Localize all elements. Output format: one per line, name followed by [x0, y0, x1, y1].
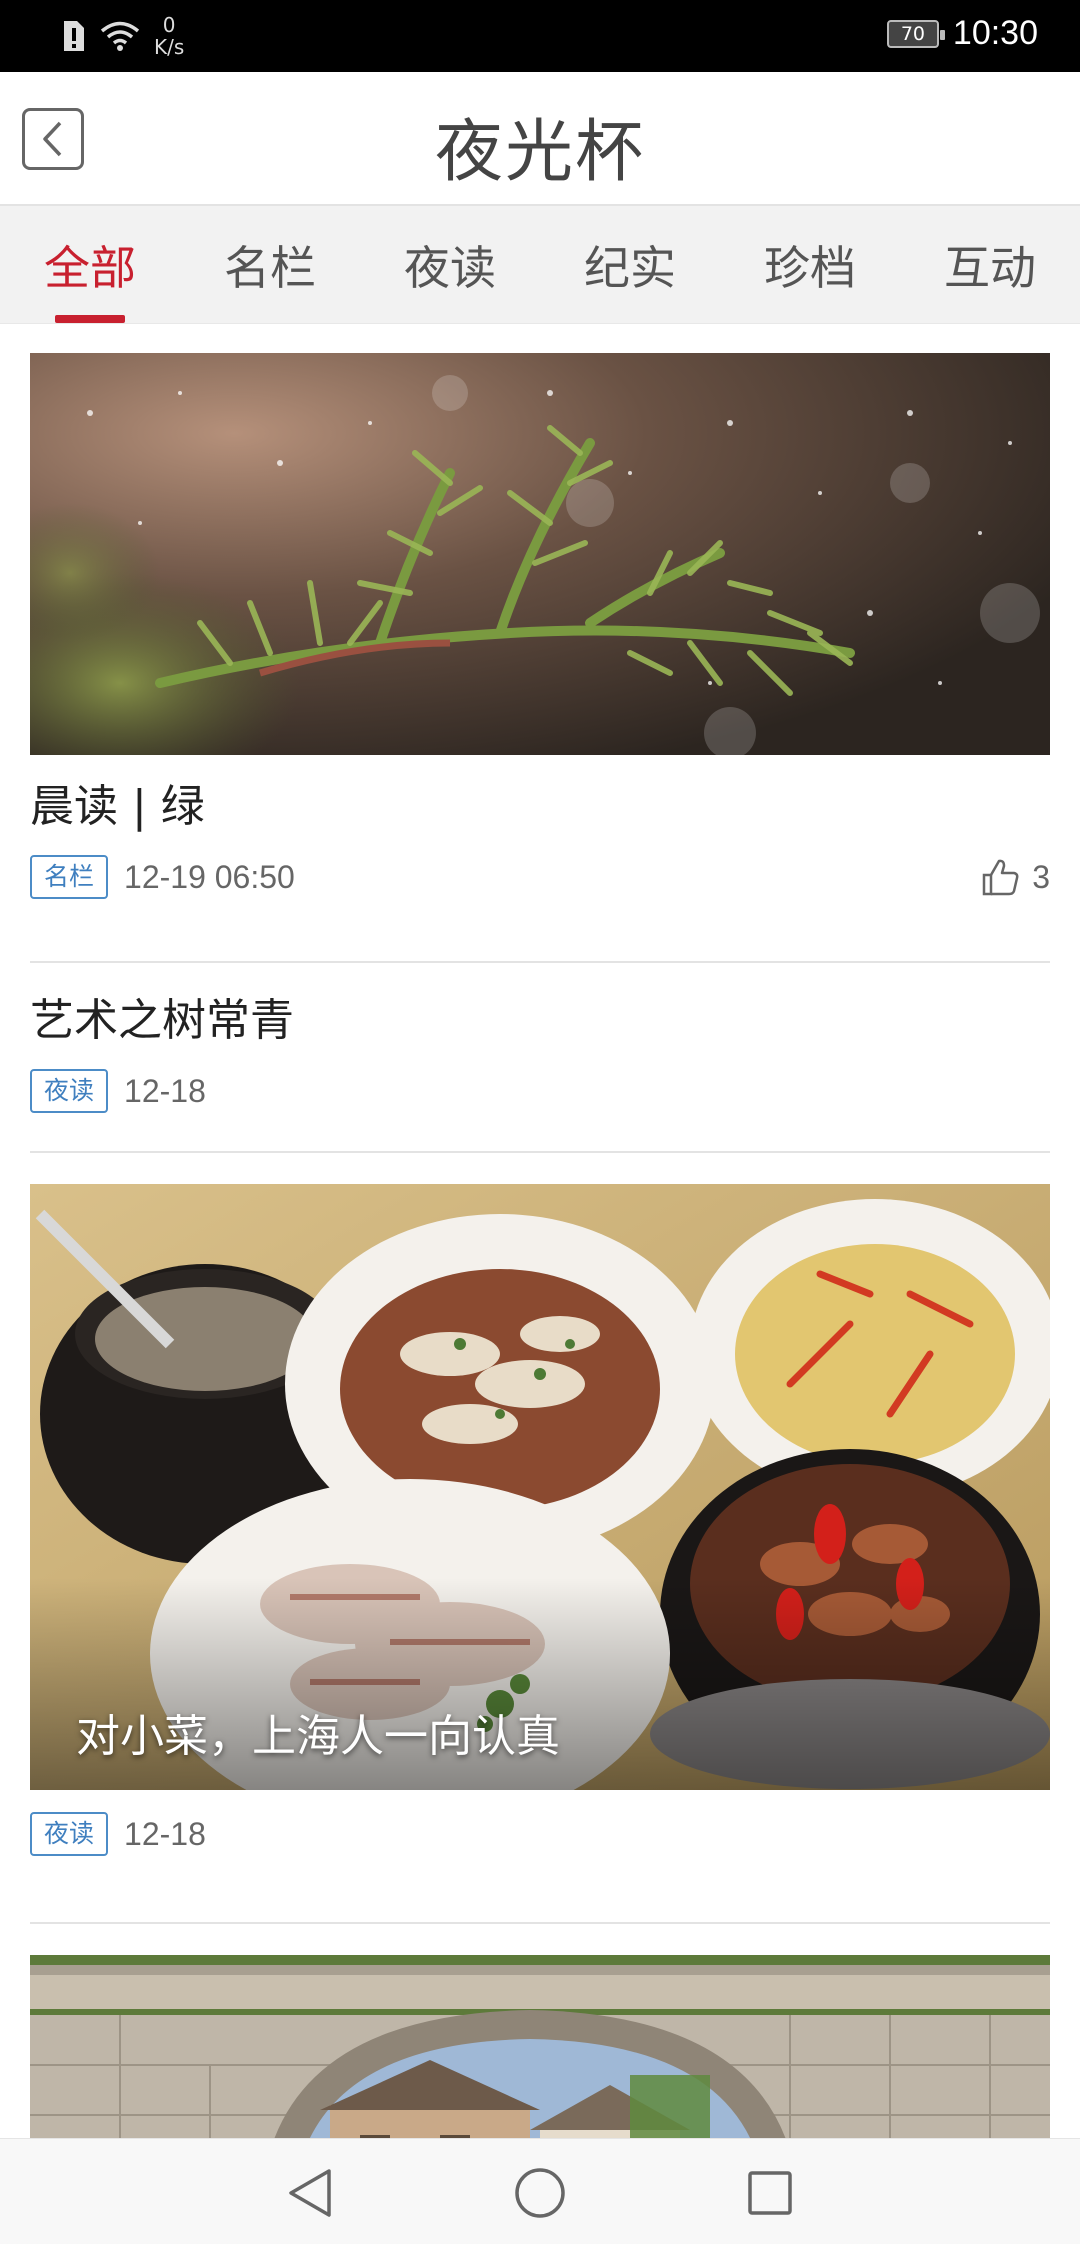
battery-level: 70 [900, 22, 925, 45]
status-left: 0 K/s [60, 14, 184, 58]
publish-date: 12-18 [124, 1072, 206, 1109]
like-button[interactable]: 3 [980, 857, 1050, 897]
article-meta: 夜读 12-18 [30, 1812, 1050, 1856]
article-title[interactable]: 晨读 | 绿 [30, 779, 1050, 835]
category-tabs: 全部 名栏 夜读 纪实 珍档 互动 [0, 206, 1080, 324]
network-speed-unit: K/s [154, 35, 185, 59]
article-overlay-title[interactable]: 对小菜，上海人一向认真 [76, 1700, 560, 1764]
system-nav-bar [0, 2138, 1080, 2244]
article-image-evergreen[interactable] [30, 353, 1050, 755]
article-item[interactable] [30, 1955, 1050, 2138]
triangle-back-icon [289, 2169, 331, 2217]
app-header: 夜光杯 [0, 72, 1080, 206]
status-bar: 0 K/s 70 10:30 [0, 0, 1080, 72]
square-recents-icon [748, 2171, 792, 2215]
circle-home-icon [515, 2168, 565, 2218]
article-feed: 晨读 | 绿 名栏 12-19 06:50 3 艺术之树常青 夜读 12-18 [0, 324, 1080, 2138]
article-meta: 名栏 12-19 06:50 3 [30, 855, 1050, 899]
wifi-icon [100, 21, 140, 51]
like-count: 3 [1032, 858, 1050, 895]
status-right: 70 10:30 [886, 14, 1038, 53]
stone-arch-bridge-image [30, 1955, 1050, 2138]
category-tag: 夜读 [30, 1812, 109, 1856]
thumbs-up-icon [982, 859, 1019, 896]
tab-documentary[interactable]: 纪实 [540, 206, 720, 323]
evergreen-branch-image [30, 353, 1050, 755]
sim-alert-icon [64, 21, 84, 51]
category-tag: 夜读 [30, 1069, 109, 1113]
nav-home-button[interactable] [512, 2165, 568, 2221]
tab-archives[interactable]: 珍档 [720, 206, 900, 323]
clock: 10:30 [952, 14, 1038, 52]
nav-recents-button[interactable] [742, 2165, 798, 2221]
article-image-dishes[interactable]: 对小菜，上海人一向认真 [30, 1184, 1050, 1790]
network-speed: 0 K/s [154, 14, 184, 58]
publish-date: 12-18 [124, 1815, 206, 1852]
page-title: 夜光杯 [434, 113, 645, 192]
network-speed-value: 0 [162, 13, 176, 37]
article-item[interactable]: 艺术之树常青 夜读 12-18 [30, 963, 1050, 1153]
article-meta: 夜读 12-18 [30, 1069, 1050, 1113]
article-title[interactable]: 艺术之树常青 [30, 963, 1050, 1049]
tab-night-reading[interactable]: 夜读 [360, 206, 540, 323]
tab-all[interactable]: 全部 [0, 206, 180, 323]
publish-date: 12-19 06:50 [124, 858, 295, 895]
category-tag: 名栏 [30, 855, 109, 899]
article-item[interactable]: 对小菜，上海人一向认真 夜读 12-18 [30, 1184, 1050, 1924]
nav-back-button[interactable] [282, 2165, 338, 2221]
article-image-bridge[interactable] [30, 1955, 1050, 2138]
article-item[interactable]: 晨读 | 绿 名栏 12-19 06:50 3 [30, 353, 1050, 963]
battery-icon: 70 [886, 19, 945, 48]
tab-columns[interactable]: 名栏 [180, 206, 360, 323]
tab-interaction[interactable]: 互动 [900, 206, 1080, 323]
